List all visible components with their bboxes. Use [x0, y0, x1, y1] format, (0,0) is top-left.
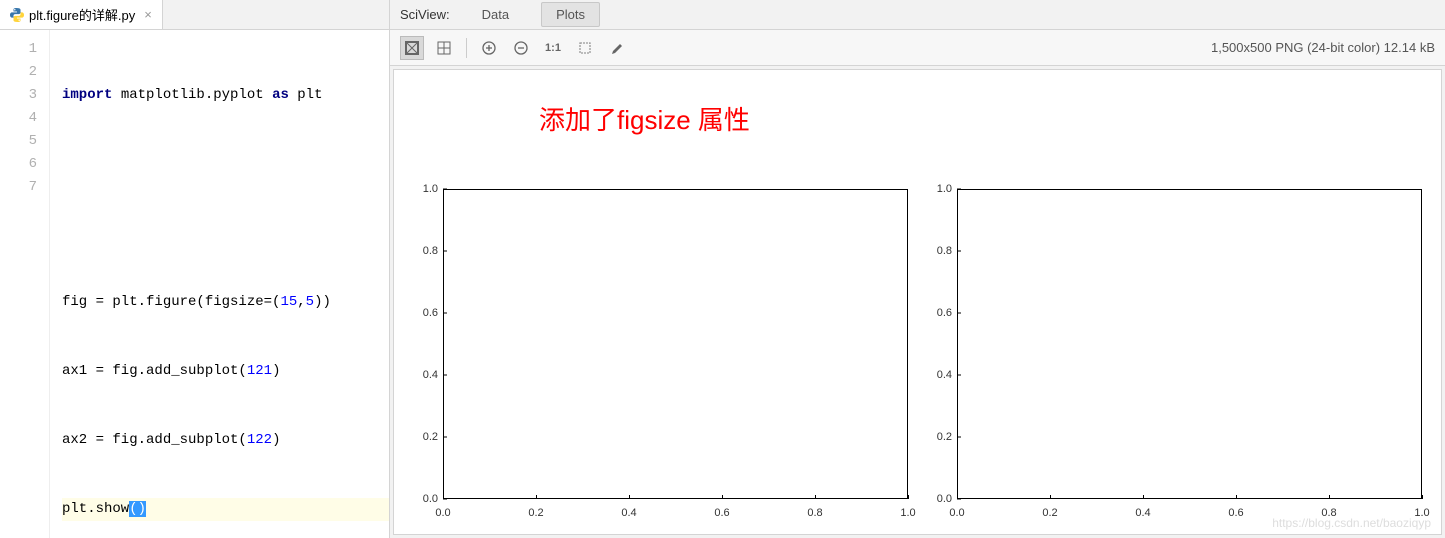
plot-canvas[interactable]: 添加了figsize 属性 0.00.20.40.60.81.00.00.20.… [393, 69, 1442, 535]
line-number: 2 [0, 61, 37, 84]
y-tick-label: 0.8 [922, 245, 952, 257]
code-line: import matplotlib.pyplot as plt [62, 84, 389, 107]
crop-icon[interactable] [573, 36, 597, 60]
x-tick-label: 0.0 [949, 507, 964, 519]
y-tick-label: 0.2 [408, 431, 438, 443]
code-line [62, 153, 389, 176]
y-tick-label: 0.6 [408, 307, 438, 319]
subplot-1: 0.0 0.2 0.4 0.6 0.8 1.0 0.0 0.2 0.4 0.6 0.8 1.0 [408, 184, 913, 524]
actual-size-button[interactable]: 1:1 [541, 36, 565, 60]
code-line [62, 222, 389, 245]
sciview-title: SciView: [400, 7, 450, 22]
python-file-icon [10, 8, 24, 22]
code-line: fig = plt.figure(figsize=(15,5)) [62, 291, 389, 314]
y-tick-label: 0.0 [922, 493, 952, 505]
x-tick-label: 0.4 [1135, 507, 1150, 519]
x-tick-label: 0.2 [528, 507, 543, 519]
line-number: 3 [0, 84, 37, 107]
subplot-2: 0.00.20.40.60.81.00.00.20.40.60.81.0 [922, 184, 1427, 524]
x-tick-label: 0.4 [621, 507, 636, 519]
x-tick-label: 0.2 [1042, 507, 1057, 519]
line-number: 4 [0, 107, 37, 130]
watermark: https://blog.csdn.net/baoziqyp [1272, 516, 1431, 530]
y-tick-label: 1.0 [408, 183, 438, 195]
x-tick-label: 0.6 [1228, 507, 1243, 519]
x-tick-label: 0.0 [435, 507, 450, 519]
y-tick-label: 0.4 [922, 369, 952, 381]
code-line: ax2 = fig.add_subplot(122) [62, 429, 389, 452]
line-number: 1 [0, 38, 37, 61]
y-tick-label: 0.8 [408, 245, 438, 257]
x-tick-label: 1.0 [900, 507, 915, 519]
image-info: 1,500x500 PNG (24-bit color) 12.14 kB [1211, 40, 1435, 55]
y-tick-label: 0.0 [408, 493, 438, 505]
file-tab-label: plt.figure的详解.py [29, 5, 135, 24]
line-number: 7 [0, 176, 37, 199]
y-tick-label: 1.0 [922, 183, 952, 195]
y-tick-label: 0.6 [922, 307, 952, 319]
annotation-text: 添加了figsize 属性 [539, 100, 750, 137]
grid-icon[interactable] [432, 36, 456, 60]
fit-window-icon[interactable] [400, 36, 424, 60]
x-tick-label: 0.8 [807, 507, 822, 519]
code-editor[interactable]: 1 2 3 4 5 6 7 import matplotlib.pyplot a… [0, 30, 389, 538]
plot-axes [443, 189, 908, 499]
subplot-row: 0.0 0.2 0.4 0.6 0.8 1.0 0.0 0.2 0.4 0.6 0.8 1.0 0.0… [394, 184, 1441, 524]
sciview-header: SciView: Data Plots [390, 0, 1445, 30]
line-number: 6 [0, 153, 37, 176]
close-icon[interactable]: × [144, 7, 152, 22]
editor-tab-bar: plt.figure的详解.py × [0, 0, 389, 30]
sciview-pane: SciView: Data Plots 1:1 1,500x500 PNG (2… [390, 0, 1445, 538]
editor-pane: plt.figure的详解.py × 1 2 3 4 5 6 7 import … [0, 0, 390, 538]
plot-toolbar: 1:1 1,500x500 PNG (24-bit color) 12.14 k… [390, 30, 1445, 66]
y-tick-label: 0.2 [922, 431, 952, 443]
plot-axes [957, 189, 1422, 499]
code-content[interactable]: import matplotlib.pyplot as plt fig = pl… [50, 30, 389, 538]
tab-plots[interactable]: Plots [541, 2, 600, 27]
line-number: 5 [0, 130, 37, 153]
tab-data[interactable]: Data [468, 3, 523, 26]
line-gutter: 1 2 3 4 5 6 7 [0, 30, 50, 538]
zoom-in-icon[interactable] [477, 36, 501, 60]
file-tab[interactable]: plt.figure的详解.py × [0, 0, 163, 29]
toolbar-separator [466, 38, 467, 58]
x-tick-label: 0.6 [714, 507, 729, 519]
y-tick-label: 0.4 [408, 369, 438, 381]
color-picker-icon[interactable] [605, 36, 629, 60]
code-line-current: plt.show() [62, 498, 389, 521]
zoom-out-icon[interactable] [509, 36, 533, 60]
code-line: ax1 = fig.add_subplot(121) [62, 360, 389, 383]
